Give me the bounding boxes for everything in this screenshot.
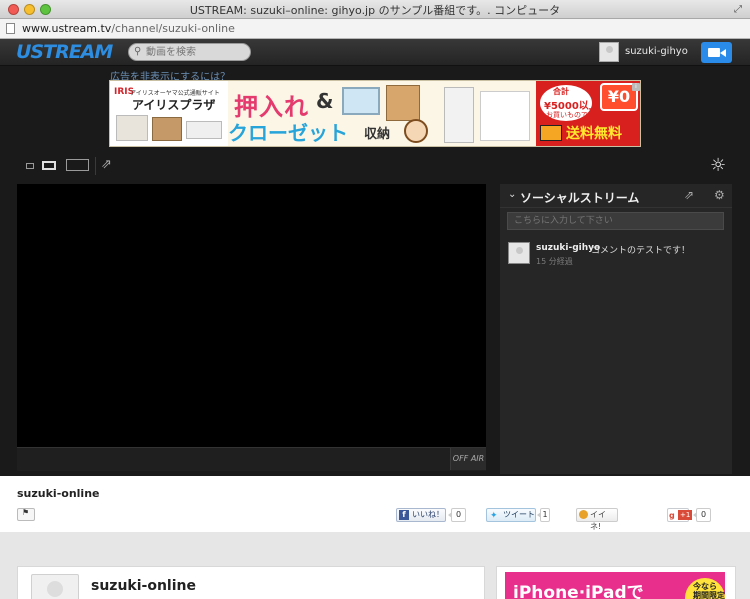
banner-headline-2: クローゼット	[228, 121, 348, 145]
banner-shelf-image	[386, 85, 420, 121]
chevron-down-icon[interactable]: ⌄	[508, 189, 516, 200]
facebook-like-button[interactable]: f いいね！	[396, 508, 446, 522]
username[interactable]: suzuki-gihyo	[625, 46, 688, 57]
page-icon	[6, 23, 15, 34]
banner-free-shipping: 送料無料	[566, 126, 622, 142]
ustream-logo[interactable]: USTREAM	[16, 41, 113, 63]
facebook-like-count: 0	[448, 508, 466, 522]
gear-icon[interactable]: ⚙	[714, 188, 725, 202]
share-icon[interactable]: ⇗	[684, 188, 694, 202]
banner-headline-2-suffix: 収納	[364, 127, 391, 142]
banner-purchase-line: お買いもので!	[546, 111, 591, 119]
video-control-bar	[17, 447, 486, 471]
truck-icon	[540, 125, 562, 141]
google-plus-label: +1	[678, 510, 693, 520]
banner-product-image	[116, 115, 148, 141]
url-path: /channel/suzuki-online	[111, 22, 235, 35]
social-stream-title: ソーシャルストリーム	[520, 191, 640, 205]
fullscreen-icon[interactable]: ⤢	[734, 4, 742, 15]
twitter-bird-icon: ✦	[490, 511, 498, 521]
tweet-count: 1	[537, 508, 550, 522]
promo-badge: 今なら 期間限定	[685, 578, 725, 599]
social-stream-panel: ⌄ ソーシャルストリーム ⇗ ⚙ suzuki-gihyo コメントのテストです…	[500, 184, 732, 474]
player-size-medium-button[interactable]	[42, 161, 56, 170]
tweet-label: ツイート	[503, 510, 535, 519]
site-header: USTREAM ⚲ suzuki-gihyo	[0, 39, 750, 66]
facebook-icon: f	[399, 510, 409, 520]
promo-text: iPhone·iPadで	[513, 583, 644, 599]
social-stream-header: ⌄ ソーシャルストリーム ⇗ ⚙	[500, 184, 732, 208]
brightness-icon[interactable]: ☼	[710, 155, 726, 176]
address-bar[interactable]: www.ustream.tv/channel/suzuki-online	[0, 19, 750, 39]
mixi-icon	[579, 510, 588, 519]
channel-name: suzuki-online	[17, 487, 100, 500]
share-icon[interactable]: ⇗	[101, 157, 112, 172]
url-text[interactable]: www.ustream.tv/channel/suzuki-online	[22, 22, 235, 35]
title-bar: USTREAM: suzuki–online: gihyo.jp のサンプル番組…	[0, 0, 750, 19]
go-live-button[interactable]	[701, 42, 732, 63]
tweet-button[interactable]: ✦ ツイート	[486, 508, 536, 522]
promo-badge-text: 今なら 期間限定	[693, 582, 725, 599]
search-input[interactable]	[146, 45, 246, 59]
channel-card	[17, 566, 485, 599]
google-plus-button[interactable]: g +1	[667, 508, 693, 522]
camera-icon	[708, 48, 720, 57]
mixi-check-button[interactable]: イイネ!	[576, 508, 618, 531]
banner-product-image	[186, 121, 222, 139]
flag-button[interactable]: ⚑	[17, 508, 35, 521]
channel-card-title: suzuki-online	[91, 578, 196, 594]
window-title: USTREAM: suzuki–online: gihyo.jp のサンプル番組…	[189, 4, 561, 17]
camera-lens-icon	[720, 49, 726, 57]
comment-avatar[interactable]	[508, 242, 530, 264]
channel-info-bar	[0, 476, 750, 532]
promo-banner[interactable]: iPhone·iPadで 今なら 期間限定	[505, 572, 725, 599]
banner-character-image	[404, 119, 428, 143]
url-host: www.ustream.tv	[22, 22, 112, 35]
player-size-small-button[interactable]	[26, 163, 34, 169]
player-size-large-button[interactable]	[66, 159, 89, 171]
browser-window: USTREAM: suzuki–online: gihyo.jp のサンプル番組…	[0, 0, 750, 599]
ad-banner[interactable]: IRIS アイリスオーヤマ公式通販サイト アイリスプラザ 押入れ & クローゼッ…	[109, 80, 641, 147]
video-player[interactable]	[17, 184, 486, 447]
facebook-like-label: いいね！	[412, 510, 444, 519]
channel-avatar[interactable]	[31, 574, 79, 599]
comment-time: 15 分経過	[536, 257, 573, 266]
ad-info-icon[interactable]: i	[632, 83, 640, 91]
comment-text: コメントのテストです！	[591, 246, 691, 256]
user-avatar[interactable]	[599, 42, 619, 62]
banner-product-image	[152, 117, 182, 141]
flag-icon: ⚑	[22, 508, 30, 517]
comment-input[interactable]	[507, 212, 724, 230]
banner-window-image	[342, 87, 380, 115]
google-plus-icon: g	[669, 511, 675, 520]
banner-drawers-image	[444, 87, 474, 143]
banner-total-label: 合計	[553, 87, 569, 96]
offair-badge: OFF AIR	[450, 448, 486, 470]
banner-brand-name: アイリスプラザ	[132, 98, 216, 112]
banner-rack-image	[480, 91, 530, 141]
toolbar-divider	[95, 157, 96, 175]
google-plus-count: 0	[693, 508, 711, 522]
search-icon: ⚲	[134, 46, 142, 57]
banner-ampersand: &	[316, 89, 334, 113]
search-box[interactable]: ⚲	[128, 43, 251, 61]
